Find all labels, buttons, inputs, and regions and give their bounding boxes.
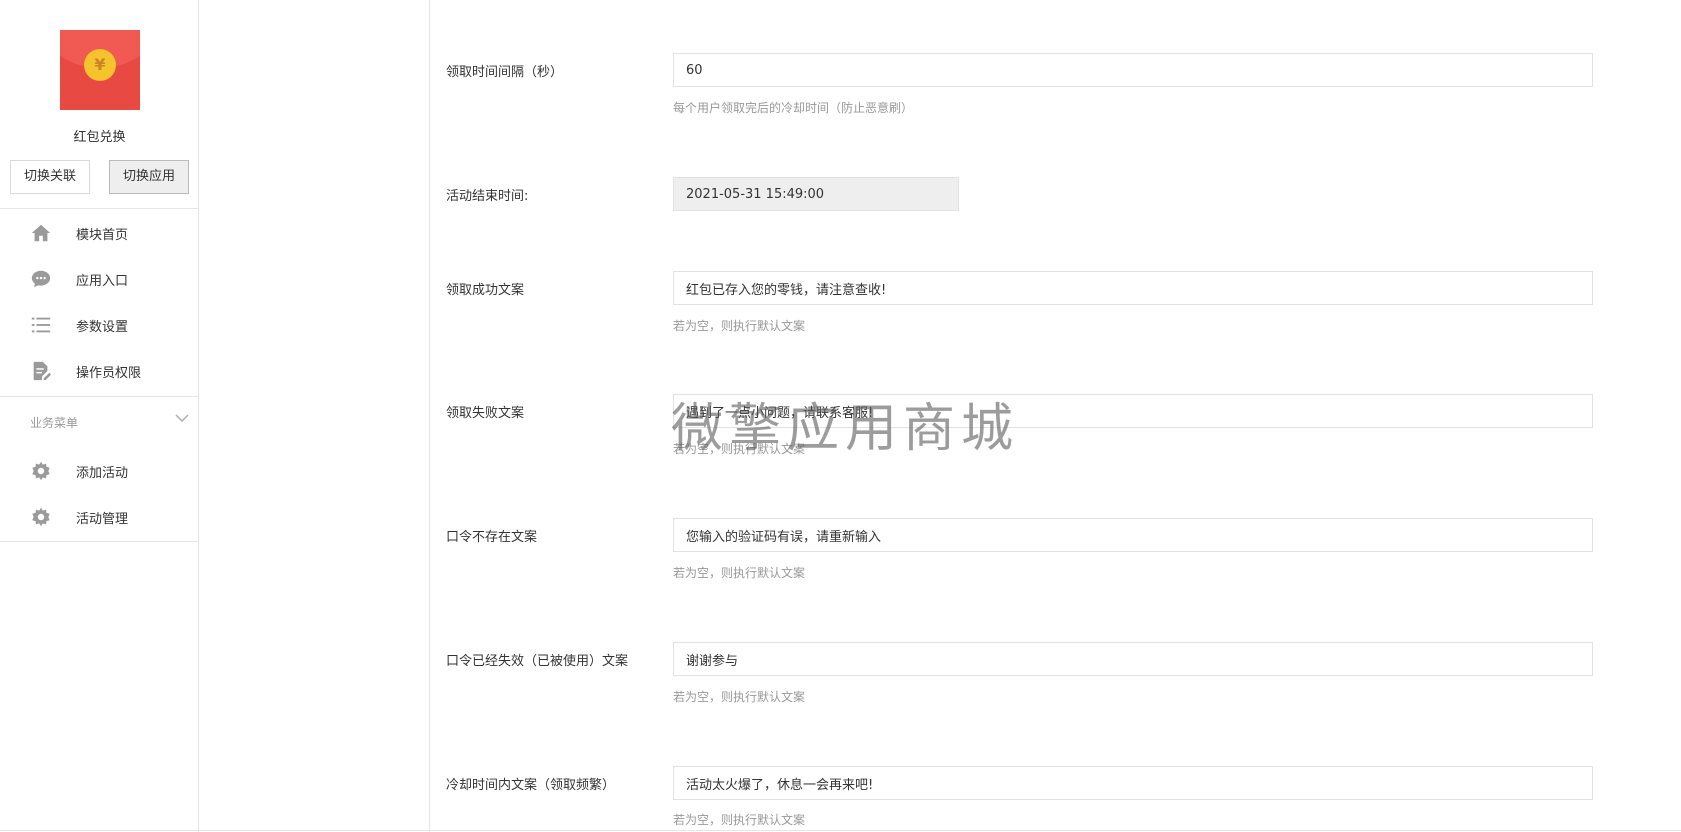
label-fail-text: 领取失败文案	[446, 406, 525, 421]
nav-item-params[interactable]: 参数设置	[0, 304, 199, 344]
home-icon	[31, 224, 51, 242]
nav-label: 应用入口	[76, 274, 129, 289]
help-success-text: 若为空，则执行默认文案	[673, 319, 806, 333]
bottom-border	[0, 830, 1681, 831]
fail-text-input[interactable]	[673, 394, 1593, 428]
cooldown-text-input[interactable]	[673, 766, 1593, 800]
nav-label: 参数设置	[76, 320, 129, 335]
nav-item-operator-permissions[interactable]: 操作员权限	[0, 350, 199, 390]
app-name: 红包兑换	[73, 130, 126, 145]
switch-link-button[interactable]: 切换关联	[10, 160, 90, 194]
content-border	[429, 0, 430, 832]
sidebar: ¥ 红包兑换 切换关联 切换应用 模块首页 应用入口 参数设置 操作员权限 业务…	[0, 0, 199, 832]
help-cooldown-text: 若为空，则执行默认文案	[673, 813, 806, 827]
divider	[0, 208, 199, 209]
nav-item-activity-management[interactable]: 活动管理	[0, 496, 199, 536]
label-end-time: 活动结束时间:	[446, 189, 529, 204]
help-claim-interval: 每个用户领取完后的冷却时间（防止恶意刷）	[673, 101, 914, 115]
code-not-exist-input[interactable]	[673, 518, 1593, 552]
nav-label: 操作员权限	[76, 366, 142, 381]
nav-label: 模块首页	[76, 228, 129, 243]
coin-icon: ¥	[84, 49, 116, 81]
claim-interval-input[interactable]	[673, 53, 1593, 87]
switch-app-button[interactable]: 切换应用	[109, 160, 189, 194]
edit-document-icon	[33, 361, 52, 381]
app-logo: ¥	[60, 30, 140, 110]
label-code-used: 口令已经失效（已被使用）文案	[446, 654, 629, 669]
gear-icon	[32, 461, 50, 481]
help-code-used: 若为空，则执行默认文案	[673, 690, 806, 704]
help-fail-text: 若为空，则执行默认文案	[673, 442, 806, 456]
end-time-input[interactable]	[673, 177, 959, 211]
nav-label: 活动管理	[76, 512, 129, 527]
gear-icon	[32, 507, 50, 527]
label-cooldown-text: 冷却时间内文案（领取频繁）	[446, 778, 616, 793]
nav-label: 添加活动	[76, 466, 129, 481]
nav-item-module-home[interactable]: 模块首页	[0, 212, 199, 252]
list-icon	[31, 317, 51, 333]
chevron-down-icon[interactable]	[174, 410, 190, 426]
label-success-text: 领取成功文案	[446, 283, 525, 298]
chat-bubble-icon	[31, 270, 51, 288]
nav-item-add-activity[interactable]: 添加活动	[0, 450, 199, 490]
business-menu-title: 业务菜单	[30, 416, 79, 430]
label-code-not-exist: 口令不存在文案	[446, 530, 538, 545]
success-text-input[interactable]	[673, 271, 1593, 305]
label-claim-interval: 领取时间间隔（秒）	[446, 65, 564, 80]
divider	[0, 396, 199, 397]
nav-item-app-entry[interactable]: 应用入口	[0, 258, 199, 298]
help-code-not-exist: 若为空，则执行默认文案	[673, 566, 806, 580]
code-used-input[interactable]	[673, 642, 1593, 676]
divider	[0, 541, 199, 542]
